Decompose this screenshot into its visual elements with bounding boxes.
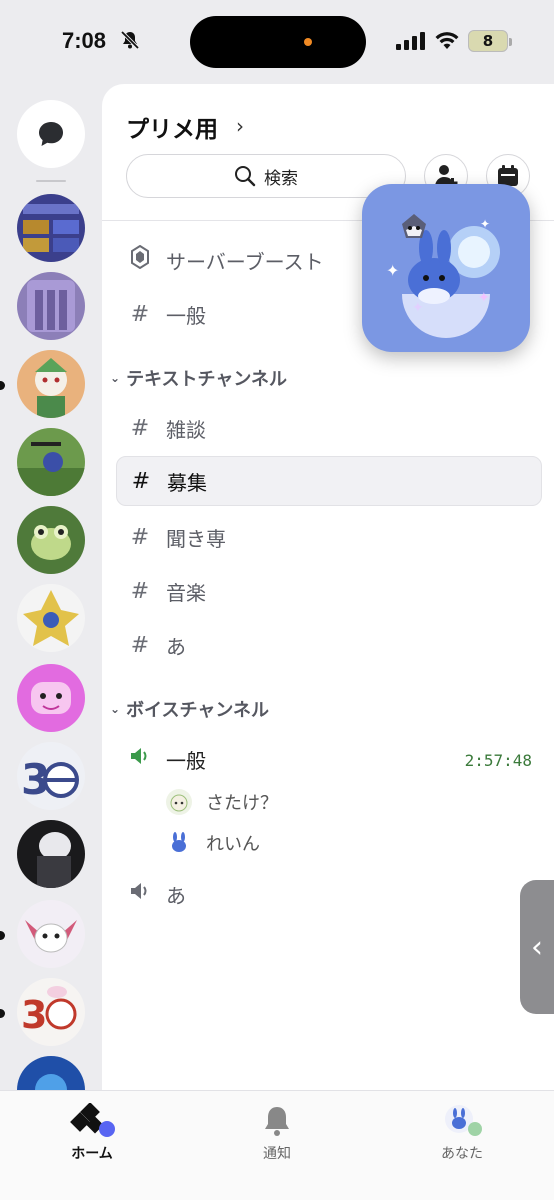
voice-channel-label: あ: [166, 883, 186, 908]
unread-indicator: [0, 381, 5, 390]
dynamic-island: [190, 16, 366, 68]
channel-label: あ: [166, 634, 186, 659]
server-rail: 3 3: [0, 84, 102, 1090]
side-panel-handle[interactable]: ‹: [520, 880, 554, 1014]
channel-chat[interactable]: # 雑談: [116, 403, 542, 453]
search-label: 検索: [264, 168, 298, 189]
channel-label: 募集: [167, 470, 207, 495]
server-icon[interactable]: [17, 506, 85, 574]
server-boost-label: サーバーブースト: [166, 249, 324, 274]
category-voice-channels[interactable]: ⌄ ボイスチャンネル: [110, 696, 269, 722]
avatar: [166, 830, 192, 856]
tab-label: ホーム: [71, 1146, 113, 1162]
hash-lock-icon: #: [130, 632, 150, 658]
channel-recruit[interactable]: # 募集: [116, 456, 542, 506]
wifi-icon: [435, 32, 459, 49]
channel-label: 音楽: [166, 580, 206, 605]
voice-user[interactable]: さたけ？: [166, 784, 278, 820]
unread-indicator: [0, 931, 5, 940]
speaker-icon: [126, 745, 154, 773]
speaker-icon: [126, 880, 154, 908]
status-bar: 7:08 8: [0, 0, 554, 84]
channel-label: 一般: [166, 303, 206, 328]
search-button[interactable]: 検索: [126, 154, 406, 198]
voice-channel-label: 一般: [166, 748, 206, 773]
chevron-left-icon: ‹: [531, 929, 543, 965]
server-icon[interactable]: [17, 900, 85, 968]
voice-channel-a[interactable]: あ: [116, 869, 542, 919]
hash-icon: #: [130, 524, 150, 550]
home-icon: [69, 1102, 115, 1139]
search-icon: [235, 166, 256, 187]
server-icon[interactable]: 3: [17, 978, 85, 1046]
tab-label: あなた: [441, 1146, 483, 1162]
tab-you[interactable]: あなた: [402, 1103, 522, 1163]
bell-off-icon: [120, 30, 140, 50]
voice-user[interactable]: れいん: [166, 825, 260, 861]
boost-icon: [126, 244, 154, 275]
tab-home[interactable]: ホーム: [32, 1102, 152, 1163]
avatar: [166, 789, 192, 815]
tab-notifications[interactable]: 通知: [217, 1103, 337, 1163]
svg-text:✦: ✦: [478, 290, 490, 306]
voice-call-timer: 2:57:48: [464, 751, 532, 770]
voice-user-name: れいん: [206, 834, 260, 855]
hash-icon: #: [130, 578, 150, 604]
chat-bubble-icon: [39, 122, 63, 146]
voice-user-name: さたけ？: [206, 793, 278, 814]
server-icon[interactable]: [17, 272, 85, 340]
category-label: テキストチャンネル: [126, 369, 287, 390]
svg-text:3: 3: [21, 993, 47, 1037]
hash-icon: #: [130, 301, 150, 327]
server-icon[interactable]: [17, 194, 85, 262]
battery-indicator: 8: [468, 30, 512, 52]
cellular-signal-icon: [396, 32, 425, 50]
svg-text:✦: ✦: [412, 300, 424, 316]
category-label: ボイスチャンネル: [126, 700, 269, 721]
channel-label: 聞き専: [166, 526, 226, 551]
hash-icon: #: [130, 415, 150, 441]
server-icon[interactable]: [17, 428, 85, 496]
chevron-down-icon: ⌄: [110, 371, 121, 385]
server-icon-preview[interactable]: ✦ ✦ ✦ ✦: [362, 184, 530, 352]
channel-listen-only[interactable]: # 聞き専: [116, 512, 542, 562]
avatar: [439, 1103, 485, 1139]
server-icon[interactable]: [17, 350, 85, 418]
server-icon[interactable]: [17, 820, 85, 888]
svg-text:✦: ✦: [386, 261, 399, 280]
channel-music[interactable]: # 音楽: [116, 566, 542, 616]
tab-label: 通知: [263, 1146, 291, 1162]
category-text-channels[interactable]: ⌄ テキストチャンネル: [110, 365, 287, 391]
hash-icon: #: [131, 468, 151, 494]
bottom-tab-bar: ホーム 通知 あなた: [0, 1090, 554, 1200]
server-icon[interactable]: 3: [17, 742, 85, 810]
status-time: 7:08: [62, 28, 107, 53]
rail-separator: [36, 180, 66, 182]
channel-a-locked[interactable]: # あ: [116, 620, 542, 670]
bell-icon: [254, 1103, 300, 1139]
server-icon[interactable]: [17, 1056, 85, 1090]
unread-indicator: [0, 1009, 5, 1018]
svg-text:✦: ✦: [480, 217, 490, 231]
direct-messages-button[interactable]: [17, 100, 85, 168]
server-icon[interactable]: [17, 584, 85, 652]
chevron-down-icon: ⌄: [110, 702, 121, 716]
server-icon[interactable]: [17, 664, 85, 732]
server-name[interactable]: プリメ用: [126, 110, 218, 144]
channel-label: 雑談: [166, 417, 206, 442]
chevron-right-icon[interactable]: ›: [236, 114, 244, 138]
